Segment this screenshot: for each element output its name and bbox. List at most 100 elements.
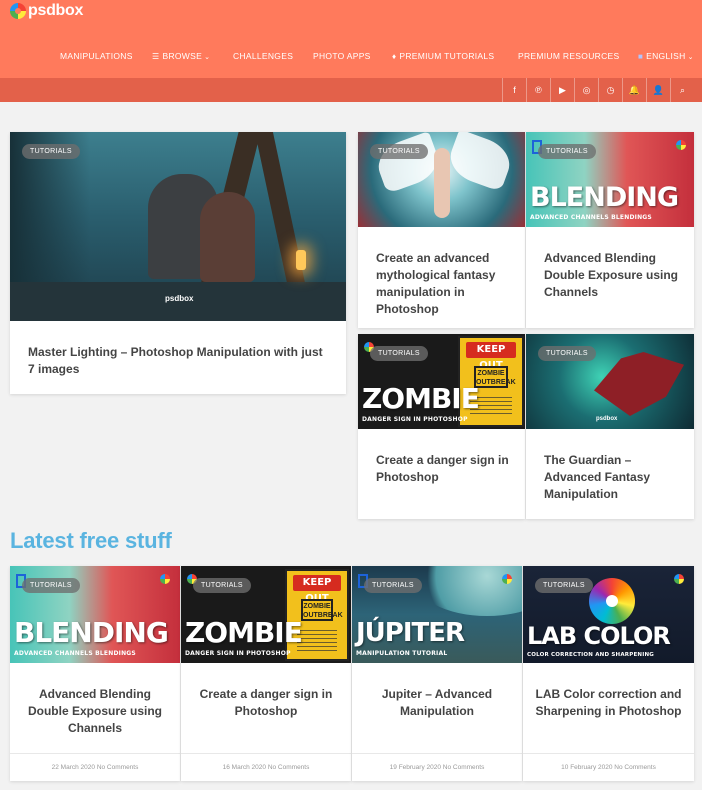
category-tag[interactable]: TUTORIALS: [370, 144, 428, 159]
card-title[interactable]: Advanced Blending Double Exposure using …: [544, 250, 680, 301]
wing-right: [444, 132, 516, 192]
clock-icon[interactable]: ◷: [598, 78, 622, 102]
youtube-icon[interactable]: ▶: [550, 78, 574, 102]
nav-language[interactable]: ■ ENGLISH ⌄: [638, 51, 694, 61]
card-thumbnail: TUTORIALS: [358, 132, 525, 227]
latest-card-danger-sign[interactable]: KEEP OUT ZOMBIE OUTBREAK ZOMBIE DANGER S…: [181, 566, 351, 781]
sign-lines: [297, 627, 337, 651]
card-title[interactable]: Jupiter – Advanced Manipulation: [364, 686, 510, 720]
bell-icon[interactable]: 🔔: [622, 78, 646, 102]
card-title[interactable]: Create a danger sign in Photoshop: [376, 452, 511, 486]
card-thumbnail: BLENDING ADVANCED CHANNELS BLENDINGS TUT…: [10, 566, 180, 663]
watermark-logo: psdbox: [596, 416, 618, 422]
card-meta: 16 March 2020 No Comments: [181, 753, 351, 781]
featured-card-danger-sign[interactable]: KEEP OUT ZOMBIE OUTBREAK ZOMBIE DANGER S…: [358, 334, 525, 519]
nav-label: BROWSE: [162, 51, 203, 61]
nav-challenges[interactable]: CHALLENGES: [233, 51, 293, 61]
post-date: 10 February 2020: [561, 764, 613, 771]
logo-icon: [10, 3, 26, 19]
card-thumbnail: BLENDING ADVANCED CHANNELS BLENDINGS TUT…: [526, 132, 694, 227]
latest-card-jupiter[interactable]: JÚPITER MANIPULATION TUTORIAL TUTORIALS …: [352, 566, 522, 781]
sign-heading: KEEP OUT: [466, 342, 516, 371]
category-tag[interactable]: TUTORIALS: [538, 144, 596, 159]
featured-card-mythological[interactable]: TUTORIALS Create an advanced mythologica…: [358, 132, 525, 328]
thumb-subtitle: ADVANCED CHANNELS BLENDINGS: [530, 214, 652, 221]
nav-label: PHOTO APPS: [313, 51, 371, 61]
category-tag[interactable]: TUTORIALS: [538, 346, 596, 361]
thumb-subtitle: COLOR CORRECTION AND SHARPENING: [527, 652, 654, 658]
nav-browse[interactable]: ☰ BROWSE ⌄: [152, 51, 210, 61]
featured-card-master-lighting[interactable]: psdbox TUTORIALS Master Lighting – Photo…: [10, 132, 346, 394]
card-thumbnail: LAB COLOR COLOR CORRECTION AND SHARPENIN…: [523, 566, 694, 663]
comments-link[interactable]: No Comments: [97, 764, 139, 771]
category-tag[interactable]: TUTORIALS: [22, 578, 80, 593]
section-heading-latest: Latest free stuff: [10, 528, 172, 553]
chevron-down-icon: ⌄: [204, 54, 211, 61]
card-title[interactable]: Create a danger sign in Photoshop: [193, 686, 339, 720]
post-date: 22 March 2020: [51, 764, 95, 771]
thumb-title: ZOMBIE: [362, 382, 480, 415]
card-thumbnail: KEEP OUT ZOMBIE OUTBREAK ZOMBIE DANGER S…: [181, 566, 351, 663]
search-icon[interactable]: ⌕: [670, 78, 694, 102]
nav-premium-resources[interactable]: PREMIUM RESOURCES: [518, 51, 619, 61]
category-tag[interactable]: TUTORIALS: [364, 578, 422, 593]
category-tag[interactable]: TUTORIALS: [22, 144, 80, 159]
diamond-icon: ♦: [392, 52, 397, 61]
sign-text: ZOMBIE OUTBREAK: [474, 366, 516, 388]
card-title[interactable]: The Guardian – Advanced Fantasy Manipula…: [544, 452, 680, 503]
main-nav: MANIPULATIONS ☰ BROWSE ⌄ CHALLENGES PHOTO …: [0, 51, 702, 63]
card-meta: 10 February 2020 No Comments: [523, 753, 694, 781]
featured-card-guardian[interactable]: psdbox TUTORIALS The Guardian – Advanced…: [526, 334, 694, 519]
flag-icon: ■: [638, 52, 644, 61]
card-title[interactable]: LAB Color correction and Sharpening in P…: [535, 686, 682, 720]
card-thumbnail: KEEP OUT ZOMBIE OUTBREAK ZOMBIE DANGER S…: [358, 334, 525, 429]
nav-label: ENGLISH: [646, 51, 686, 61]
watermark-logo: psdbox: [165, 294, 194, 303]
menu-icon: ☰: [152, 52, 160, 61]
card-title[interactable]: Advanced Blending Double Exposure using …: [22, 686, 168, 737]
card-thumbnail: psdbox TUTORIALS: [10, 132, 346, 321]
nav-manipulations[interactable]: MANIPULATIONS: [60, 51, 133, 61]
nav-label: PREMIUM TUTORIALS: [399, 51, 495, 61]
thumb-subtitle: DANGER SIGN IN PHOTOSHOP: [185, 650, 291, 657]
lantern-icon: [296, 250, 306, 270]
facebook-icon[interactable]: f: [502, 78, 526, 102]
card-title[interactable]: Create an advanced mythological fantasy …: [376, 250, 511, 318]
nav-label: PREMIUM RESOURCES: [518, 51, 620, 61]
thumb-title: BLENDING: [530, 182, 679, 213]
logo-text: psdbox: [28, 2, 84, 19]
nav-premium-tutorials[interactable]: ♦ PREMIUM TUTORIALS: [392, 51, 494, 61]
colorwheel-icon: [674, 574, 684, 584]
latest-card-lab-color[interactable]: LAB COLOR COLOR CORRECTION AND SHARPENIN…: [523, 566, 694, 781]
thumb-title: BLENDING: [14, 616, 169, 649]
colorwheel-icon: [160, 574, 170, 584]
colorwheel-icon: [676, 140, 686, 150]
color-wheel-figure: [589, 578, 635, 624]
card-meta: 19 February 2020 No Comments: [352, 753, 522, 781]
thumb-title: JÚPITER: [356, 618, 465, 648]
chevron-down-icon: ⌄: [687, 54, 694, 61]
category-tag[interactable]: TUTORIALS: [193, 578, 251, 593]
comments-link[interactable]: No Comments: [614, 764, 656, 771]
dragon-figure: [594, 352, 684, 416]
site-logo[interactable]: psdbox: [10, 2, 83, 20]
card-meta: 22 March 2020 No Comments: [10, 753, 180, 781]
sign-text: ZOMBIE OUTBREAK: [301, 599, 343, 621]
comments-link[interactable]: No Comments: [443, 764, 485, 771]
instagram-icon[interactable]: ◎: [574, 78, 598, 102]
thumb-title: LAB COLOR: [527, 622, 671, 650]
nav-photo-apps[interactable]: PHOTO APPS: [313, 51, 371, 61]
card-title[interactable]: Master Lighting – Photoshop Manipulation…: [28, 344, 332, 378]
comments-link[interactable]: No Comments: [268, 764, 310, 771]
pinterest-icon[interactable]: ℗: [526, 78, 550, 102]
user-icon[interactable]: 👤: [646, 78, 670, 102]
category-tag[interactable]: TUTORIALS: [370, 346, 428, 361]
category-tag[interactable]: TUTORIALS: [535, 578, 593, 593]
thumb-subtitle: ADVANCED CHANNELS BLENDINGS: [14, 650, 136, 657]
card-thumbnail: JÚPITER MANIPULATION TUTORIAL TUTORIALS: [352, 566, 522, 663]
couple-figure-right: [200, 192, 255, 282]
sign-heading: KEEP OUT: [293, 575, 341, 604]
social-bar: f ℗ ▶ ◎ ◷ 🔔 👤 ⌕: [0, 78, 702, 102]
latest-card-blending[interactable]: BLENDING ADVANCED CHANNELS BLENDINGS TUT…: [10, 566, 180, 781]
featured-card-blending[interactable]: BLENDING ADVANCED CHANNELS BLENDINGS TUT…: [526, 132, 694, 328]
